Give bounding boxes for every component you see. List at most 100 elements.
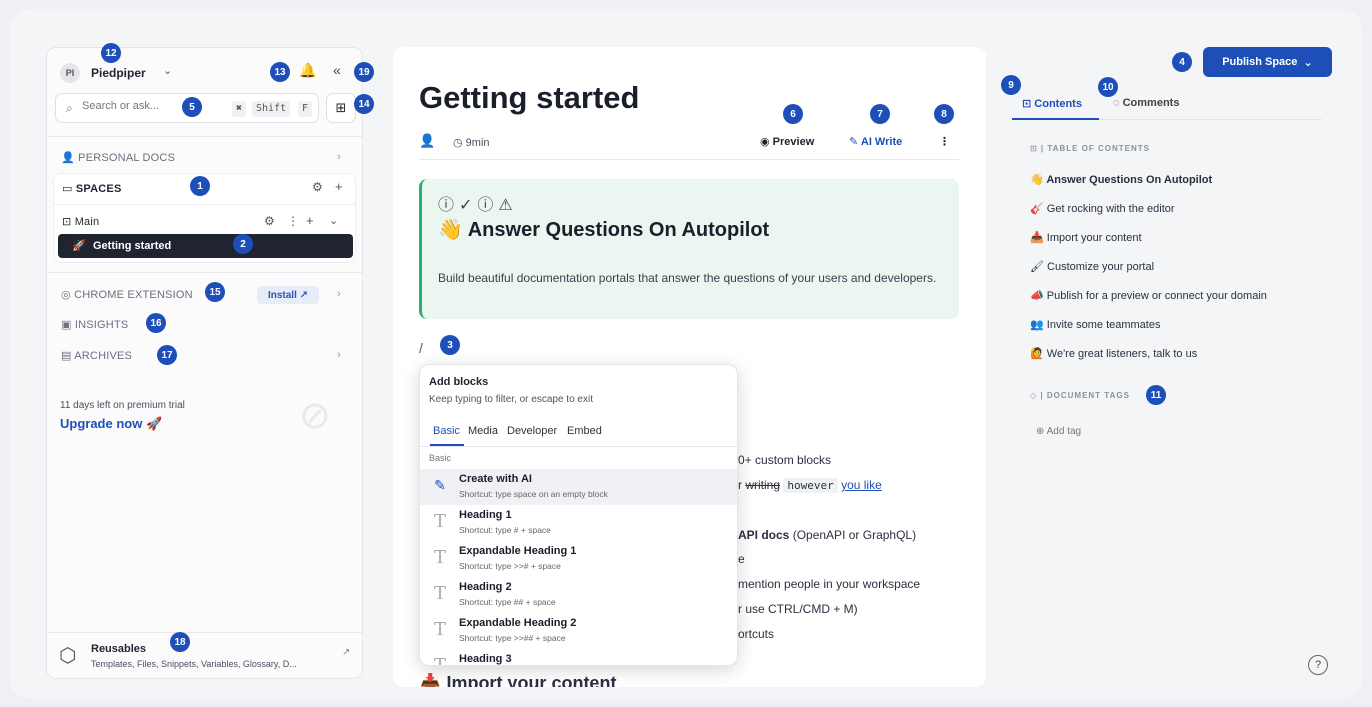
block-expandable-heading-2[interactable]: T Expandable Heading 2 Shortcut: type >>… — [420, 613, 737, 649]
upgrade-link[interactable]: Upgrade now 🚀 — [60, 416, 162, 432]
chevron-right-icon[interactable]: › — [337, 349, 341, 361]
content-code: however — [783, 478, 838, 493]
publish-space-button[interactable]: Publish Space ⌄ — [1203, 47, 1332, 77]
personal-docs-item[interactable]: 👤 PERSONAL DOCS — [61, 151, 175, 164]
chevron-right-icon[interactable]: › — [337, 288, 341, 300]
book-icon: ⊡ — [1030, 144, 1038, 153]
settings-icon[interactable]: ⚙ — [312, 180, 323, 194]
install-button[interactable]: Install ↗ — [257, 286, 319, 304]
badge: 16 — [146, 313, 166, 333]
spaces-label: SPACES — [75, 183, 122, 195]
page-title[interactable]: Getting started — [419, 80, 639, 116]
workspace-name[interactable]: Piedpiper — [91, 66, 146, 80]
toc-item[interactable]: 🎸 Get rocking with the editor — [1030, 202, 1175, 215]
toc-item[interactable]: 🙋 We're great listeners, talk to us — [1030, 347, 1197, 360]
block-label: Heading 1 — [459, 509, 512, 521]
tab-media[interactable]: Media — [468, 425, 498, 437]
tab-developer[interactable]: Developer — [507, 425, 557, 437]
editor: Getting started 👤 ◷ 9min ◉ Preview ✎ AI … — [393, 47, 986, 687]
toc-item[interactable]: 📣 Publish for a preview or connect your … — [1030, 289, 1267, 302]
add-space-icon[interactable]: + — [335, 179, 343, 194]
tab-contents-label: Contents — [1034, 98, 1082, 110]
badge: 14 — [354, 94, 374, 114]
more-icon[interactable]: ⋮ — [287, 214, 299, 228]
divider — [47, 272, 362, 273]
content-link[interactable]: you like — [841, 478, 882, 492]
block-heading-1[interactable]: T Heading 1 Shortcut: type # + space — [420, 505, 737, 541]
block-label: Heading 3 — [459, 653, 512, 665]
content-line: mention people in your workspace — [738, 577, 921, 591]
more-options-icon[interactable]: ⋮ — [939, 135, 950, 148]
sidebar: PI Piedpiper ⌄ 🔔 « ⌕ ✖ Shift F ⊞ 👤 PERSO… — [46, 47, 363, 679]
tab-contents[interactable]: ⊡ Contents — [1022, 97, 1082, 110]
block-shortcut: Shortcut: type >>## + space — [459, 633, 566, 643]
tab-embed[interactable]: Embed — [567, 425, 602, 437]
insights-item[interactable]: ▣ INSIGHTS — [61, 318, 128, 331]
toc-item[interactable]: 📥 Import your content — [1030, 231, 1142, 244]
toc-item[interactable]: 👋 Answer Questions On Autopilot — [1030, 173, 1212, 186]
badge: 3 — [440, 335, 460, 355]
divider — [47, 136, 362, 137]
badge: 17 — [157, 345, 177, 365]
block-expandable-heading-1[interactable]: T Expandable Heading 1 Shortcut: type >>… — [420, 541, 737, 577]
preview-button[interactable]: ◉ Preview — [760, 135, 814, 148]
text-t-icon: T — [433, 619, 446, 640]
callout-title-text: Answer Questions On Autopilot — [467, 219, 770, 241]
install-label: Install — [267, 289, 297, 301]
chevron-right-icon[interactable]: › — [337, 151, 341, 163]
reusables-footer[interactable]: ⬡ Reusables Templates, Files, Snippets, … — [47, 632, 362, 679]
text-t-icon: T — [433, 547, 446, 568]
arrow-up-right-icon[interactable]: ↗ — [342, 647, 350, 658]
ai-write-button[interactable]: ✎ AI Write — [849, 135, 902, 148]
bell-icon[interactable]: 🔔 — [299, 62, 316, 79]
page-getting-started[interactable]: 🚀 Getting started — [58, 234, 353, 258]
content-heading-text: Import your content — [446, 673, 617, 687]
block-heading-3[interactable]: T Heading 3 — [420, 649, 737, 665]
rocket-icon: 🚀 — [145, 416, 163, 431]
menu-tabs: Basic Media Developer Embed — [420, 417, 737, 447]
help-icon[interactable]: ? — [1308, 655, 1328, 675]
archives-item[interactable]: ▤ ARCHIVES — [61, 349, 132, 362]
toc-item[interactable]: 🖌 Customize your portal — [1030, 260, 1154, 273]
search-icon: ⌕ — [66, 101, 73, 115]
insights-label: INSIGHTS — [74, 319, 129, 331]
space-main[interactable]: ⊡ Main — [62, 215, 99, 228]
workspace-avatar[interactable]: PI — [60, 63, 80, 83]
guitar-icon: 🎸 — [1030, 203, 1044, 215]
book-icon: ⊡ — [62, 216, 72, 228]
group-label: Basic — [429, 453, 452, 463]
author-avatar[interactable]: 👤 — [419, 133, 435, 149]
add-tag-button[interactable]: ⊕ Add tag — [1036, 426, 1081, 437]
collapse-sidebar-icon[interactable]: « — [333, 62, 341, 78]
rocket-icon: 🚀 — [72, 240, 86, 252]
search-input[interactable] — [82, 100, 182, 112]
callout-title: 👋 Answer Questions On Autopilot — [438, 217, 769, 242]
tab-comments[interactable]: ◌ Comments — [1113, 97, 1179, 109]
badge: 11 — [1146, 385, 1166, 405]
chevron-down-icon[interactable]: ⌄ — [163, 64, 172, 77]
hint-callout[interactable]: ⓘ✓ⓘ⚠ 👋 Answer Questions On Autopilot Bui… — [419, 179, 959, 319]
book-icon: ⊡ — [1022, 98, 1032, 110]
text-cursor[interactable]: / — [419, 340, 423, 356]
read-time: ◷ 9min — [453, 136, 490, 149]
chrome-extension-item[interactable]: ◎ CHROME EXTENSION — [61, 288, 193, 301]
chevron-down-icon[interactable]: ⌄ — [329, 214, 338, 227]
badge: 6 — [783, 104, 803, 124]
toc-item[interactable]: 👥 Invite some teammates — [1030, 318, 1160, 331]
tag-icon: ◇ — [1030, 391, 1038, 400]
tab-basic[interactable]: Basic — [433, 425, 460, 437]
space-settings-icon[interactable]: ⚙ — [264, 214, 275, 228]
new-folder-button[interactable]: ⊞ — [326, 93, 356, 123]
clock-icon: ◷ — [453, 137, 463, 149]
upgrade-label: Upgrade now — [60, 416, 143, 431]
toc-item-label: Import your content — [1046, 232, 1142, 244]
divider — [54, 204, 355, 205]
block-create-with-ai[interactable]: ✎ Create with AI Shortcut: type space on… — [420, 469, 737, 505]
add-page-icon[interactable]: + — [306, 213, 314, 228]
people-icon: 👥 — [1030, 319, 1044, 331]
callout-type-icons[interactable]: ⓘ✓ⓘ⚠ — [438, 191, 518, 215]
content-strike: writing — [745, 478, 781, 492]
add-blocks-menu: Add blocks Keep typing to filter, or esc… — [419, 364, 738, 666]
block-heading-2[interactable]: T Heading 2 Shortcut: type ## + space — [420, 577, 737, 613]
spaces-header[interactable]: ▭ SPACES — [62, 182, 121, 195]
